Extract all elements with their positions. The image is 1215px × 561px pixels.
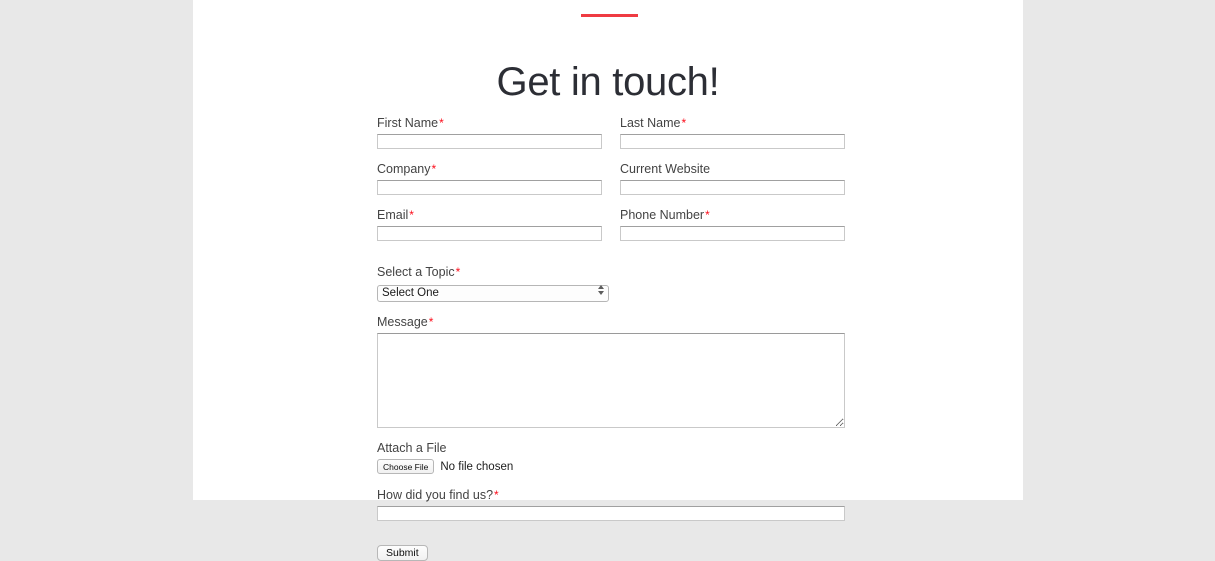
field-message: Message* — [377, 314, 845, 428]
field-how-did-you-find-us: How did you find us?* — [377, 487, 845, 521]
phone-number-input[interactable] — [620, 226, 845, 241]
company-label-text: Company — [377, 162, 431, 176]
required-asterisk: * — [455, 265, 461, 279]
topic-select[interactable]: Select One — [377, 284, 609, 302]
required-asterisk: * — [494, 487, 499, 502]
first-name-label-text: First Name — [377, 116, 439, 130]
field-email: Email* — [377, 207, 602, 241]
topic-label: Select a Topic* — [377, 264, 845, 280]
topic-label-text: Select a Topic — [377, 265, 455, 279]
form-row-company: Company* Current Website — [377, 161, 845, 207]
email-label: Email* — [377, 207, 602, 223]
required-asterisk: * — [439, 116, 444, 130]
last-name-input[interactable] — [620, 134, 845, 149]
first-name-input[interactable] — [377, 134, 602, 149]
email-label-text: Email — [377, 208, 409, 222]
required-asterisk: * — [681, 116, 687, 130]
contact-form: First Name* Last Name* Company* Current … — [377, 115, 845, 561]
title-divider-rule — [581, 14, 638, 17]
required-asterisk: * — [409, 208, 414, 222]
topic-select-wrapper: Select One — [377, 283, 609, 302]
file-status-text: No file chosen — [440, 460, 514, 473]
how-did-you-find-us-input[interactable] — [377, 505, 845, 521]
phone-number-label-text: Phone Number — [620, 208, 705, 222]
field-company: Company* — [377, 161, 602, 195]
field-current-website: Current Website — [620, 161, 845, 195]
current-website-label: Current Website — [620, 162, 711, 176]
last-name-label: Last Name* — [620, 115, 845, 131]
field-phone-number: Phone Number* — [620, 207, 845, 241]
company-input[interactable] — [377, 180, 602, 195]
current-website-input[interactable] — [620, 180, 845, 195]
file-input-row: Choose File No file chosen — [377, 459, 845, 475]
choose-file-button[interactable]: Choose File — [377, 459, 435, 474]
how-did-you-find-us-label: How did you find us?* — [377, 487, 845, 503]
field-topic: Select a Topic* Select One — [377, 264, 845, 302]
field-attachment: Attach a File Choose File No file chosen — [377, 440, 845, 475]
submit-button[interactable]: Submit — [377, 544, 428, 561]
required-asterisk: * — [431, 162, 437, 176]
field-first-name: First Name* — [377, 115, 602, 149]
email-input[interactable] — [377, 226, 602, 241]
content-area: Get in touch! First Name* Last Name* Com… — [193, 0, 1023, 561]
page-title: Get in touch! — [496, 59, 720, 104]
required-asterisk: * — [705, 208, 710, 222]
company-label: Company* — [377, 161, 602, 177]
attachment-label: Attach a File — [377, 440, 447, 455]
how-did-you-find-us-label-text: How did you find us? — [377, 487, 494, 502]
form-row-name: First Name* Last Name* — [377, 115, 845, 161]
phone-number-label: Phone Number* — [620, 207, 845, 223]
required-asterisk: * — [428, 314, 434, 329]
first-name-label: First Name* — [377, 115, 602, 131]
form-row-contact: Email* Phone Number* — [377, 207, 845, 253]
message-label: Message* — [377, 314, 845, 330]
last-name-label-text: Last Name — [620, 116, 681, 130]
message-textarea[interactable] — [377, 332, 845, 428]
message-label-text: Message — [377, 314, 428, 329]
field-last-name: Last Name* — [620, 115, 845, 149]
